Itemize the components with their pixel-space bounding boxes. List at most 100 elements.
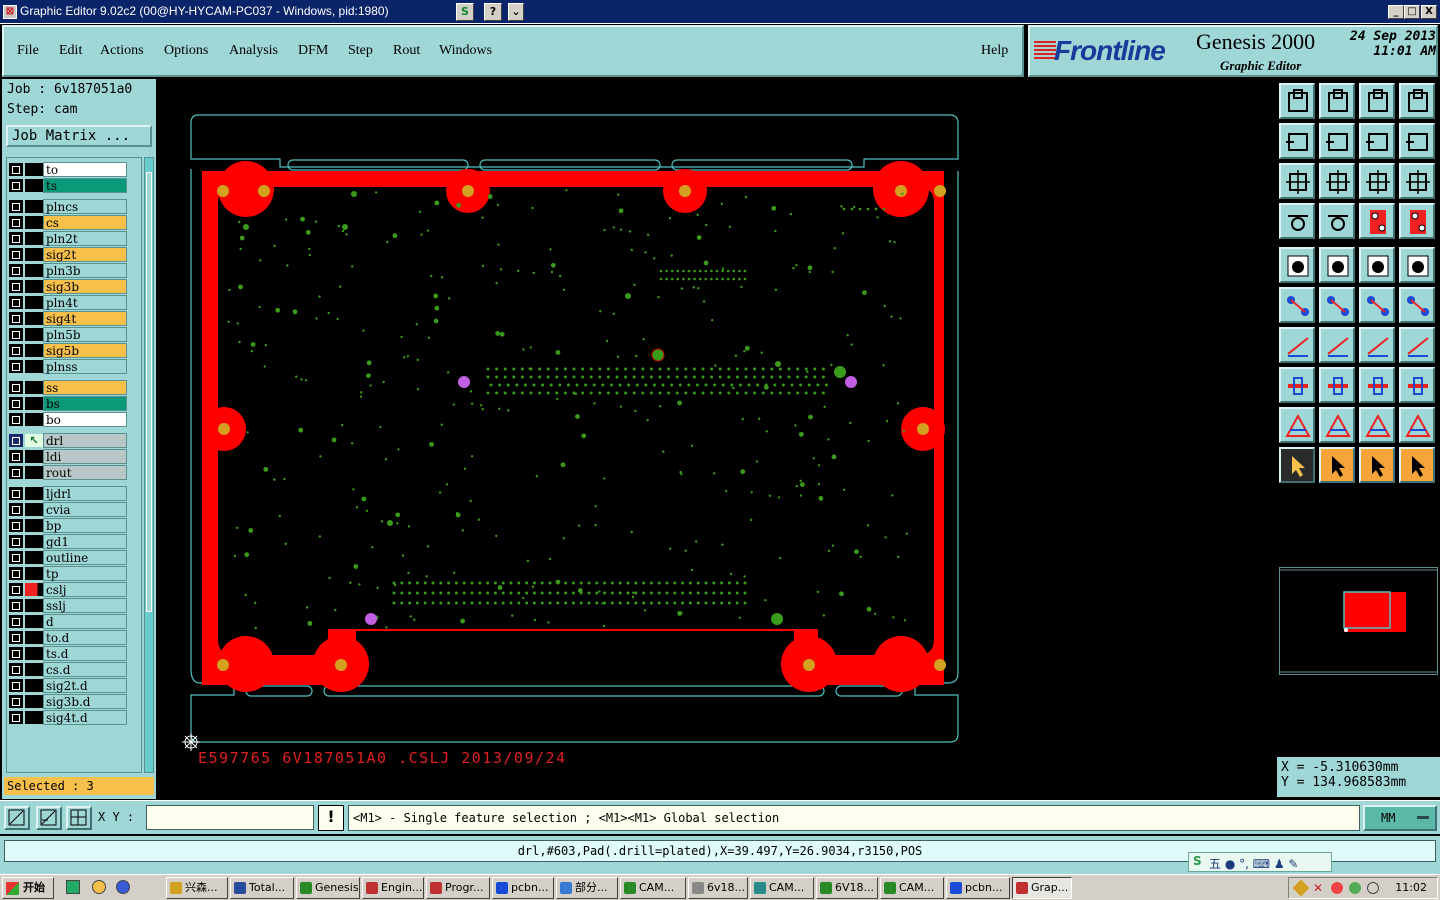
layer-row-tp[interactable]: tp [9, 566, 127, 581]
layer-checkbox[interactable] [9, 163, 23, 176]
layer-row-bp[interactable]: bp [9, 518, 127, 533]
layer-checkbox[interactable] [9, 583, 23, 596]
layer-name[interactable]: sslj [43, 598, 127, 613]
taskbar-item[interactable]: Total... [230, 877, 294, 899]
layer-name[interactable]: ss [43, 380, 127, 395]
menu-edit[interactable]: Edit [59, 43, 82, 59]
layer-name[interactable]: sig2t.d [43, 678, 127, 693]
layer-checkbox[interactable] [9, 200, 23, 213]
taskbar-item[interactable]: Progr... [426, 877, 490, 899]
menu-file[interactable]: File [17, 43, 39, 59]
layer-checkbox[interactable] [9, 631, 23, 644]
layer-name[interactable]: sig5b [43, 343, 127, 358]
tray-app-icon[interactable] [1292, 879, 1310, 897]
triangle-up-icon[interactable] [1319, 407, 1355, 443]
layer-color-swatch[interactable] [25, 647, 43, 660]
layer-name[interactable]: bo [43, 412, 127, 427]
window-split-icon[interactable] [1399, 83, 1435, 119]
triangle-a-icon[interactable] [1359, 407, 1395, 443]
layer-row-pln5b[interactable]: pln5b [9, 327, 127, 342]
layer-name[interactable]: pln3b [43, 263, 127, 278]
layer-row-pln3b[interactable]: pln3b [9, 263, 127, 278]
pointer-circle-icon[interactable] [1359, 447, 1395, 483]
dropdown-tool-icon[interactable]: ⌄ [508, 3, 524, 21]
layer-color-swatch[interactable] [25, 466, 43, 479]
layer-row-plnss[interactable]: plnss [9, 359, 127, 374]
menu-dfm[interactable]: DFM [298, 43, 328, 59]
layer-checkbox[interactable] [9, 280, 23, 293]
layer-row-rout[interactable]: rout [9, 465, 127, 480]
triangle-icon[interactable] [1279, 407, 1315, 443]
layer-color-swatch[interactable] [25, 551, 43, 564]
slope-line-icon[interactable] [1279, 327, 1315, 363]
layer-row-sig3b-d[interactable]: sig3b.d [9, 694, 127, 709]
layer-row-ljdrl[interactable]: ljdrl [9, 486, 127, 501]
polygon-icon[interactable] [1319, 247, 1355, 283]
layer-row-to-d[interactable]: to.d [9, 630, 127, 645]
layer-name[interactable]: bs [43, 396, 127, 411]
layer-color-swatch[interactable] [25, 328, 43, 341]
cross-icon[interactable] [1319, 287, 1355, 323]
layer-name[interactable]: ljdrl [43, 486, 127, 501]
layer-row-ldi[interactable]: ldi [9, 449, 127, 464]
taskbar-item[interactable]: 6V18... [816, 877, 878, 899]
layer-name[interactable]: outline [43, 550, 127, 565]
snap-icon[interactable] [4, 806, 30, 830]
layer-name[interactable]: pln4t [43, 295, 127, 310]
work-layer-arrow-icon[interactable]: ↖ [25, 434, 43, 447]
triangle-b-icon[interactable] [1399, 407, 1435, 443]
layer-color-swatch[interactable] [25, 663, 43, 676]
ime-s-icon[interactable]: S [1193, 854, 1202, 868]
layer-row-bs[interactable]: bs [9, 396, 127, 411]
taskbar-item[interactable]: 兴森... [166, 877, 228, 899]
layer-color-swatch[interactable] [25, 280, 43, 293]
line-pad-icon[interactable] [1359, 287, 1395, 323]
layer-name[interactable]: drl [43, 433, 127, 448]
app-icon[interactable]: ⊠ [3, 5, 17, 19]
layer-row-gd1[interactable]: gd1 [9, 534, 127, 549]
taskbar-item[interactable]: Grap... [1012, 877, 1072, 899]
layer-stack-icon[interactable] [1359, 203, 1395, 239]
layer-checkbox[interactable] [9, 216, 23, 229]
layer-name[interactable]: d [43, 614, 127, 629]
ime-tools[interactable]: 五 ● °, ⌨ ♟ ✎ [1209, 855, 1299, 872]
layer-name[interactable]: cvia [43, 502, 127, 517]
help-icon[interactable] [1399, 163, 1435, 199]
s-tool-icon[interactable]: S [456, 3, 474, 21]
layer-checkbox[interactable] [9, 248, 23, 261]
quicklaunch-browser-icon[interactable] [92, 880, 106, 894]
layer-row-cslj[interactable]: cslj [9, 582, 127, 597]
layer-checkbox[interactable] [9, 434, 23, 447]
layer-name[interactable]: sig3b.d [43, 694, 127, 709]
fetch-icon[interactable] [1319, 83, 1355, 119]
taskbar-item[interactable]: 6v18... [688, 877, 748, 899]
menu-windows[interactable]: Windows [439, 43, 492, 59]
dot-icon[interactable] [1399, 247, 1435, 283]
layer-row-sslj[interactable]: sslj [9, 598, 127, 613]
scale-1-2-icon[interactable] [1359, 163, 1395, 199]
layer-color-swatch[interactable] [25, 163, 43, 176]
ruler-icon[interactable] [1359, 247, 1395, 283]
taskbar-item[interactable]: CAM... [750, 877, 814, 899]
unit-select[interactable]: MM [1363, 805, 1437, 831]
quicklaunch-desktop-icon[interactable] [66, 880, 80, 894]
menu-rout[interactable]: Rout [393, 43, 420, 59]
layer-checkbox[interactable] [9, 487, 23, 500]
move-pad-icon[interactable] [1279, 367, 1315, 403]
layer-name[interactable]: rout [43, 465, 127, 480]
layer-row-drl[interactable]: ↖ drl [9, 433, 127, 448]
layer-row-sig4t-d[interactable]: sig4t.d [9, 710, 127, 725]
layer-name[interactable]: cslj [43, 582, 127, 597]
layer-row-sig2t[interactable]: sig2t [9, 247, 127, 262]
layer-name[interactable]: to.d [43, 630, 127, 645]
layer-checkbox[interactable] [9, 535, 23, 548]
pointer-path-icon[interactable] [1399, 447, 1435, 483]
layer-checkbox[interactable] [9, 647, 23, 660]
layer-color-swatch[interactable] [25, 312, 43, 325]
layer-name[interactable]: sig4t.d [43, 710, 127, 725]
layer-name[interactable]: ldi [43, 449, 127, 464]
taskbar-item[interactable]: 部分... [556, 877, 618, 899]
layer-color-swatch[interactable] [25, 179, 43, 192]
layer-color-swatch[interactable] [25, 360, 43, 373]
layer-row-pln4t[interactable]: pln4t [9, 295, 127, 310]
